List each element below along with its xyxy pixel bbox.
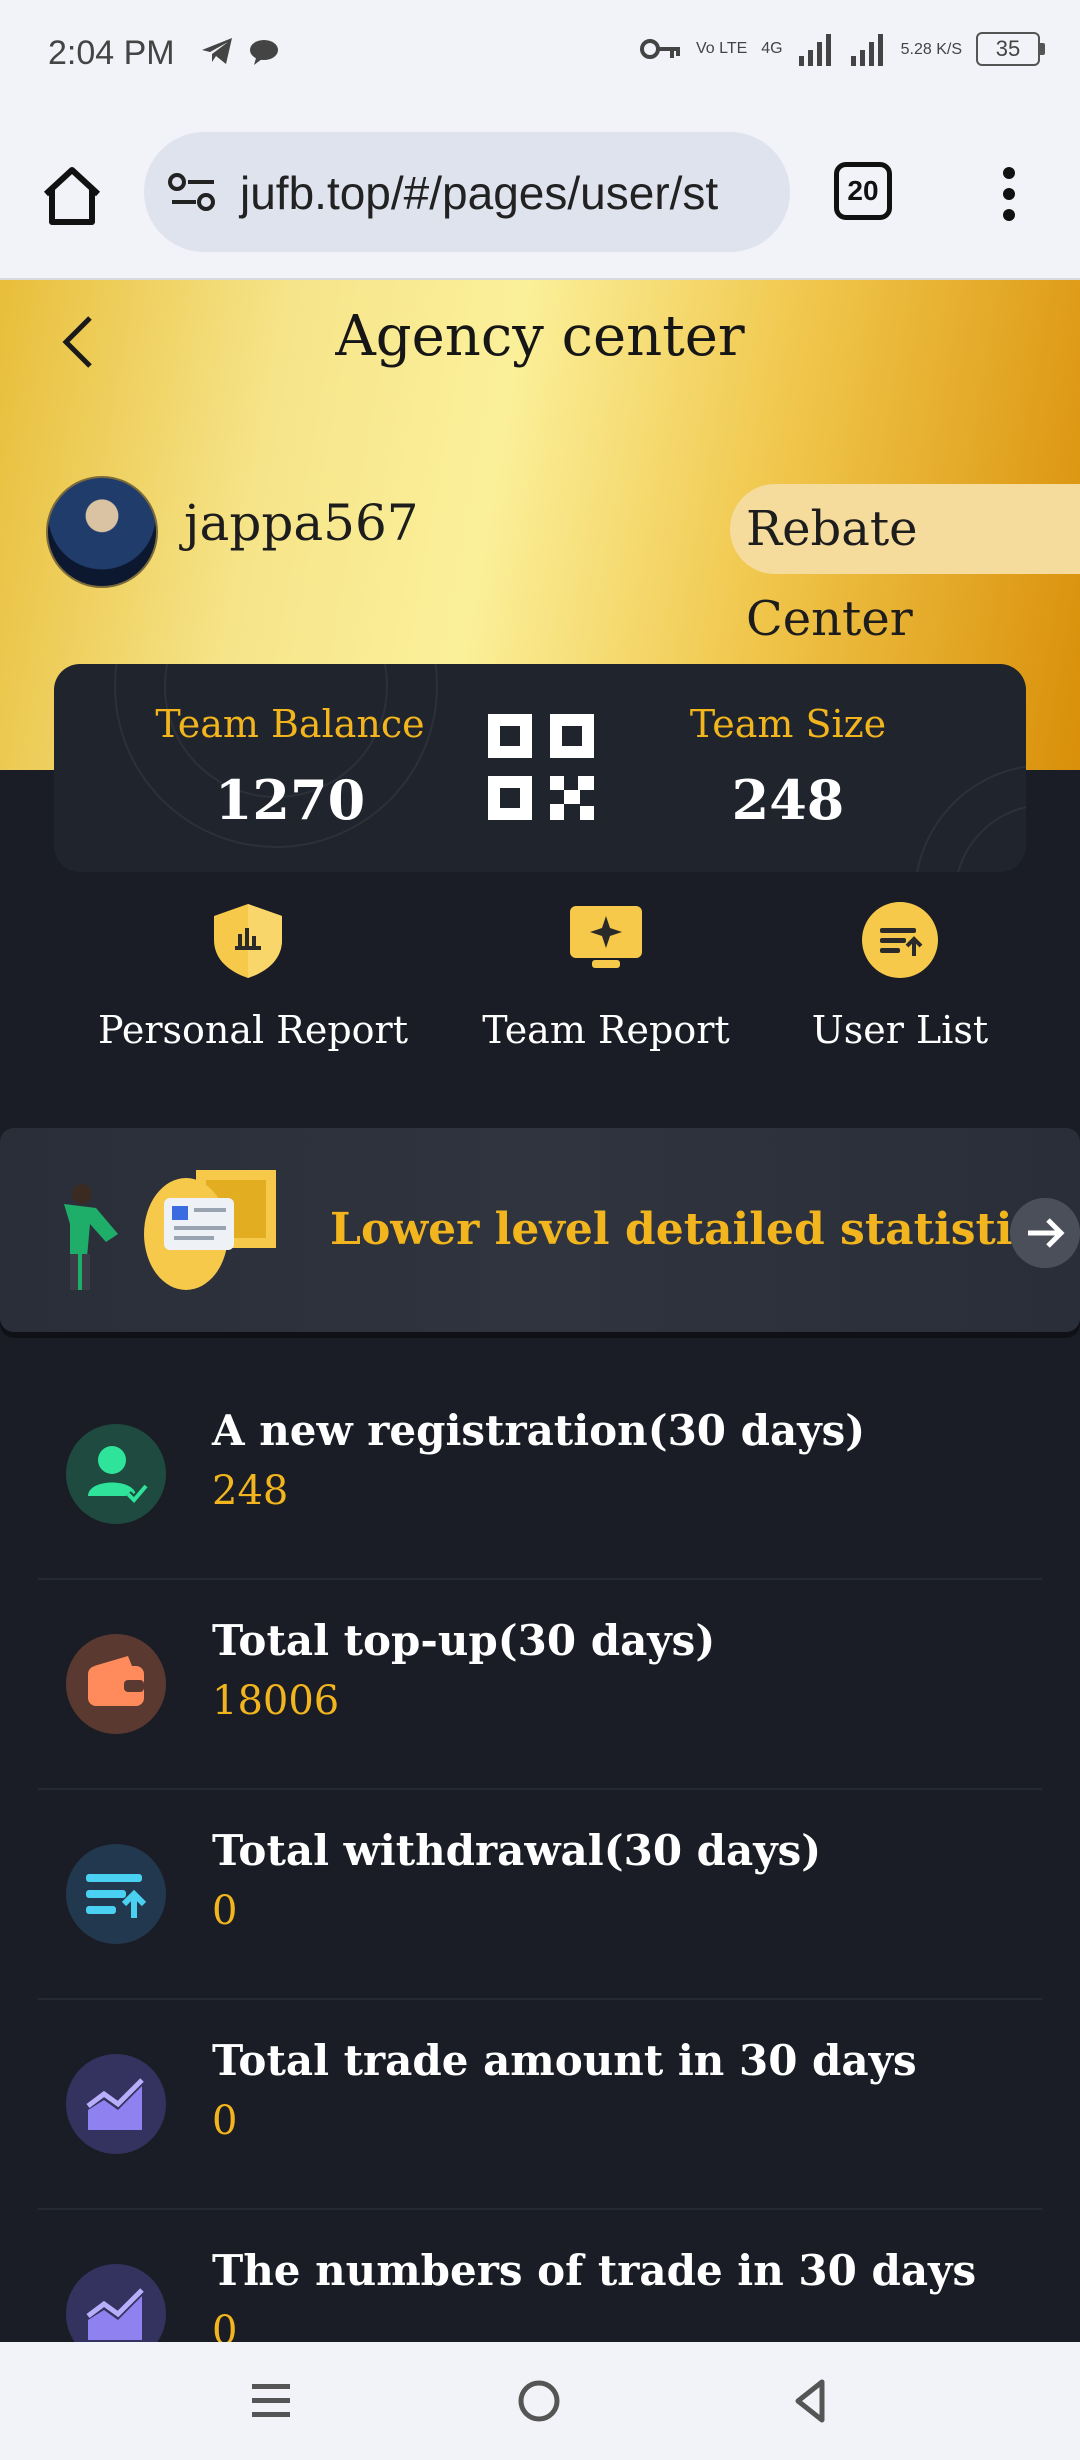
volte-indicator: Vo LTE xyxy=(695,40,748,57)
more-menu-icon[interactable] xyxy=(994,166,1024,222)
address-bar[interactable]: jufb.top/#/pages/user/st xyxy=(144,132,790,252)
team-report-button[interactable]: Team Report xyxy=(456,900,756,1052)
rebate-center-button[interactable]: Rebate Center xyxy=(730,484,1080,647)
stat-value: 18006 xyxy=(212,1678,340,1724)
network-speed: 5.28 K/S xyxy=(900,40,962,58)
statistics-illustration-icon xyxy=(64,1170,276,1290)
battery-icon: 35 xyxy=(976,32,1045,66)
trend-chart-icon xyxy=(66,2054,166,2154)
stat-title: Total withdrawal(30 days) xyxy=(212,1826,822,1875)
signal-icon xyxy=(798,34,831,66)
list-upload-icon xyxy=(862,902,938,978)
user-list-button[interactable]: User List xyxy=(780,900,1020,1052)
vpn-key-icon xyxy=(639,39,680,59)
stat-title: Total top-up(30 days) xyxy=(212,1616,716,1665)
team-size-value: 248 xyxy=(731,768,845,832)
list-item[interactable]: Total top-up(30 days) 18006 xyxy=(38,1578,1042,1790)
list-item[interactable]: Total withdrawal(30 days) 0 xyxy=(38,1788,1042,2000)
back-triangle-icon[interactable] xyxy=(786,2376,836,2426)
page-title: Agency center xyxy=(335,304,745,369)
team-size-label: Team Size xyxy=(689,702,887,746)
site-settings-icon[interactable] xyxy=(168,172,218,214)
team-balance-label: Team Balance xyxy=(155,702,425,746)
banner-text: Lower level detailed statistics xyxy=(330,1204,1065,1255)
url-text[interactable]: jufb.top/#/pages/user/st xyxy=(240,166,718,220)
stat-value: 0 xyxy=(212,2098,238,2144)
user-list-label: User List xyxy=(811,1008,989,1052)
signal-icon-2 xyxy=(850,34,883,66)
user-check-icon xyxy=(66,1424,166,1524)
system-navigation-bar xyxy=(0,2342,1080,2460)
stat-title: Total trade amount in 30 days xyxy=(212,2036,917,2085)
recent-apps-icon[interactable] xyxy=(246,2376,296,2426)
list-item[interactable]: A new registration(30 days) 248 xyxy=(38,1368,1042,1580)
avatar[interactable] xyxy=(46,476,158,588)
chat-icon xyxy=(250,40,278,65)
arrow-right-icon[interactable] xyxy=(1010,1198,1080,1268)
stat-value: 0 xyxy=(212,1888,238,1934)
withdraw-list-icon xyxy=(66,1844,166,1944)
username: jappa567 xyxy=(184,494,419,552)
home-circle-icon[interactable] xyxy=(514,2376,564,2426)
tab-switcher-button[interactable]: 20 xyxy=(834,162,892,220)
telegram-icon xyxy=(202,38,232,64)
stat-title: A new registration(30 days) xyxy=(212,1406,866,1455)
lower-level-statistics-banner[interactable]: Lower level detailed statistics xyxy=(0,1128,1080,1332)
browser-toolbar: jufb.top/#/pages/user/st 20 xyxy=(0,110,1080,280)
status-bar: 2:04 PM Vo LTE 4G 5.28 K/S 35 xyxy=(0,0,1080,110)
list-item[interactable]: Total trade amount in 30 days 0 xyxy=(38,1998,1042,2210)
personal-report-label: Personal Report xyxy=(98,1008,408,1052)
team-summary-card: Team Balance 1270 Team Size 248 xyxy=(54,664,1026,872)
team-balance-value: 1270 xyxy=(214,768,366,832)
shield-chart-icon xyxy=(214,904,282,978)
home-icon[interactable] xyxy=(40,164,104,228)
wallet-icon xyxy=(66,1634,166,1734)
monitor-icon xyxy=(570,906,642,968)
personal-report-button[interactable]: Personal Report xyxy=(98,900,408,1052)
network-type: 4G xyxy=(761,40,783,57)
team-report-label: Team Report xyxy=(482,1008,730,1052)
stat-title: The numbers of trade in 30 days xyxy=(212,2246,977,2295)
stat-value: 248 xyxy=(212,1468,289,1514)
status-time: 2:04 PM xyxy=(48,34,175,72)
qr-code-icon[interactable] xyxy=(488,714,594,820)
